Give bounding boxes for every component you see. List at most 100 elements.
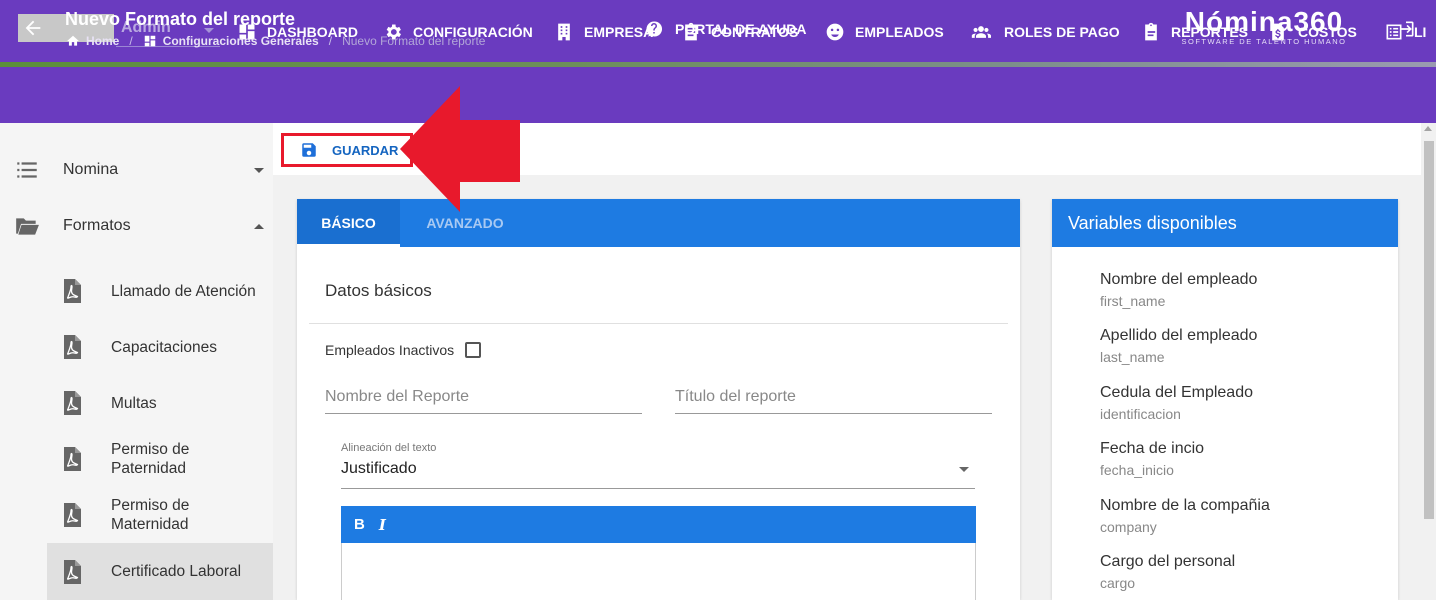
floppy-disk-icon [302,143,316,157]
chevron-down-icon[interactable] [959,467,969,472]
sidebar-item-nomina[interactable]: Nomina [0,145,273,195]
sidebar-subitem-label: Certificado Laboral [111,563,242,580]
sidebar-item-label: Formatos [63,217,131,234]
save-button-label: GUARDAR [332,142,399,158]
folder-open-icon [16,218,39,235]
inactive-employees-checkbox[interactable] [465,342,481,358]
brand-name: Nómina360 [1184,6,1344,37]
variable-item[interactable]: Fecha de incio fecha_inicio [1100,439,1204,479]
label-line-2: Maternidad [111,516,189,533]
sidebar-item-formatos[interactable]: Formatos [0,201,273,251]
variable-name: Nombre de la compañia [1100,497,1270,514]
sidebar-subitem-multas[interactable]: Multas [47,375,273,431]
variable-key: company [1100,519,1157,535]
pdf-icon [64,335,81,359]
report-name-input[interactable]: Nombre del Reporte [325,388,642,414]
variable-key: first_name [1100,293,1166,309]
inactive-employees-label: Empleados Inactivos [325,342,455,358]
variable-item[interactable]: Apellido del empleado last_name [1100,326,1257,366]
brand-logo: Nómina360 SOFTWARE DE TALENTO HUMANO [1172,6,1356,46]
italic-button[interactable]: I [379,516,386,534]
pdf-icon [64,447,81,471]
alignment-select[interactable]: Justificado [341,460,417,478]
variable-item[interactable]: Cedula del Empleado identificacion [1100,383,1253,423]
sidebar-subitem-permiso-de-paternidad[interactable]: Permiso de Paternidad [47,431,273,487]
sidebar-subitem-label: Capacitaciones [111,338,217,356]
sidebar-subitem-permiso-de-maternidad[interactable]: Permiso de Maternidad [47,487,273,543]
sidebar-subitem-certificado-laboral[interactable]: Certificado Laboral [47,543,273,600]
variable-item[interactable]: Nombre del empleado first_name [1100,270,1257,310]
list-icon [17,162,37,178]
home-icon [67,35,79,46]
breadcrumb-separator: / [328,34,333,48]
tab-label: BÁSICO [321,215,376,231]
pdf-icon [64,279,81,303]
sidebar-subitem-llamado-de-atencion[interactable]: Llamado de Atención [47,263,273,319]
variable-item[interactable]: Cargo del personal cargo [1100,552,1235,592]
sidebar: Nomina Formatos Llamado de Atención Capa… [0,123,273,600]
nav-empresa-label: EMPRESA [584,24,654,40]
dashboard-icon [144,35,155,47]
alignment-underline [341,488,975,489]
label-line-1: Permiso de [111,497,190,514]
nav-empleados-label: EMPLEADOS [855,24,944,40]
scroll-up-arrow[interactable] [1424,126,1432,131]
arrow-back-icon[interactable] [22,17,44,39]
help-portal-label: PORTAL DE AYUDA [675,21,807,37]
variable-name: Nombre del empleado [1100,271,1258,288]
scrollbar-thumb[interactable] [1424,141,1434,519]
building-icon [558,23,570,41]
sidebar-subitem-capacitaciones[interactable]: Capacitaciones [47,319,273,375]
variable-key: fecha_inicio [1100,462,1174,478]
report-name-placeholder: Nombre del Reporte [325,388,470,405]
section-title: Datos básicos [325,281,432,300]
nav-empresa[interactable]: EMPRESA [554,20,653,44]
variable-name: Fecha de incio [1100,440,1205,457]
report-title-placeholder: Título del reporte [675,388,796,405]
bold-button[interactable]: B [354,516,365,533]
variable-name: Cargo del personal [1100,553,1236,570]
nav-roles-de-pago[interactable]: ROLES DE PAGO [968,20,1120,44]
brand-tagline: SOFTWARE DE TALENTO HUMANO [1181,37,1347,46]
sidebar-subitem-label: Llamado de Atención [111,282,256,300]
sidebar-subitem-label: Permiso de Paternidad [111,440,189,478]
breadcrumb: Home / Configuraciones Generales / Nuevo… [66,34,485,48]
pdf-icon [64,503,81,527]
tab-label: AVANZADO [426,215,504,231]
variable-key: identificacion [1100,406,1181,422]
red-arrow-icon [400,86,520,212]
save-button[interactable]: GUARDAR [281,133,413,167]
breadcrumb-home[interactable]: Home [86,34,119,48]
chevron-up-icon [254,223,264,229]
variable-name: Apellido del empleado [1100,327,1258,344]
page-header [0,67,1436,123]
label-line-1: Permiso de [111,441,190,458]
variable-name: Cedula del Empleado [1100,384,1253,401]
face-icon [826,23,844,41]
variables-title: Variables disponibles [1052,199,1398,247]
variable-key: cargo [1100,575,1136,591]
sidebar-subitem-label: Multas [111,394,157,412]
variable-item[interactable]: Nombre de la compañia company [1100,496,1270,536]
sidebar-subitem-label: Permiso de Maternidad [111,496,189,534]
section-divider [309,323,1008,324]
pdf-icon [64,391,81,415]
tab-basico[interactable]: BÁSICO [297,199,400,247]
chevron-down-icon [254,167,264,173]
alignment-label: Alineación del texto [341,442,437,454]
nav-roles-de-pago-label: ROLES DE PAGO [1004,24,1120,40]
nav-empleados[interactable]: EMPLEADOS [825,20,944,44]
variable-key: last_name [1100,349,1165,365]
help-icon [646,21,663,37]
sidebar-item-label: Nomina [63,161,119,178]
report-title-input[interactable]: Título del reporte [675,388,992,414]
breadcrumb-current: Nuevo Formato del reporte [342,34,486,48]
group-icon [971,26,991,38]
breadcrumb-section[interactable]: Configuraciones Generales [163,34,319,48]
pdf-icon [64,559,81,584]
report-icon [1145,22,1157,41]
breadcrumb-separator: / [129,34,133,48]
logout-icon[interactable] [1396,19,1416,39]
label-line-2: Paternidad [111,460,186,477]
help-portal-link[interactable]: PORTAL DE AYUDA [645,20,806,38]
